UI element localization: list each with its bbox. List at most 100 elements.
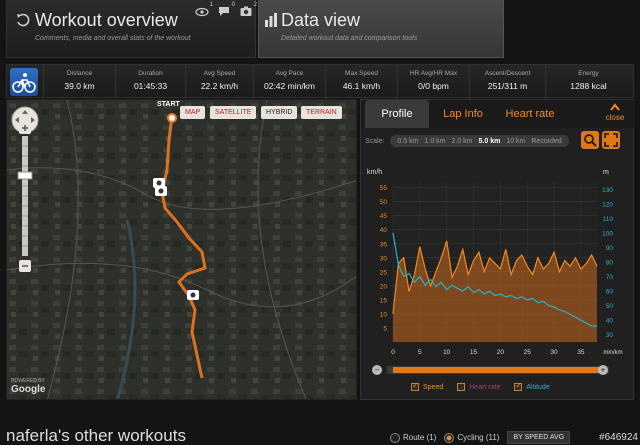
photos-counter: 2 <box>239 2 257 18</box>
stats-bar: Distance 39.0 km Duration 01:45:33 Avg Speed… <box>6 64 634 99</box>
left-tick-label: 45 <box>380 213 388 220</box>
tab-subtitle: Comments, media and overall stats of the… <box>35 35 191 42</box>
stat-duration: Duration 01:45:33 <box>115 65 185 99</box>
tab-title: Workout overview <box>35 10 178 30</box>
legend-speed[interactable]: Speed <box>411 381 443 391</box>
stat-value: 01:45:33 <box>133 81 168 91</box>
chart-legend: Speed Heart rate Altitude <box>411 381 550 391</box>
zoom-chart-button[interactable] <box>581 131 599 149</box>
x-tick-label: 0 <box>391 349 395 356</box>
start-label: START <box>157 101 180 108</box>
stat-energy: Energy 1288 kcal <box>545 65 631 99</box>
right-tick-label: 70 <box>606 274 614 281</box>
map-canvas <box>7 100 356 399</box>
legend-heart-rate[interactable]: Heart rate <box>457 383 500 391</box>
tab-title: Data view <box>281 10 361 30</box>
stat-label: Avg Pace <box>275 70 304 77</box>
stat-value: 251/311 m <box>487 81 528 91</box>
sort-by-speed-button[interactable]: BY SPEED AVG <box>507 431 571 444</box>
stat-max-speed: Max Speed 46.1 km/h <box>325 65 397 99</box>
tab-subtitle: Detailed workout data and comparison too… <box>281 35 418 42</box>
overview-counters: 1 0 2 <box>195 2 257 18</box>
left-tick-label: 5 <box>383 325 387 332</box>
right-tick-label: 90 <box>606 245 614 252</box>
profile-chart[interactable]: 5101520253035404550553040506070809010011… <box>361 162 635 380</box>
map-type-terrain[interactable]: TERRAIN <box>301 106 342 119</box>
stat-value: 46.1 km/h <box>342 81 381 91</box>
fullscreen-icon <box>604 133 618 147</box>
comments-count: 0 <box>231 2 235 8</box>
map-type-map[interactable]: MAP <box>180 106 206 119</box>
tab-profile[interactable]: Profile <box>365 100 429 128</box>
scale-option[interactable]: 10 km <box>506 138 525 145</box>
cycling-icon <box>12 73 36 93</box>
sport-badge <box>10 68 38 96</box>
eye-icon <box>195 7 209 17</box>
fullscreen-button[interactable] <box>602 131 620 149</box>
filter-cycling[interactable]: Cycling (11) <box>444 432 500 443</box>
filter-route-label: Route (1) <box>403 432 437 442</box>
left-tick-label: 50 <box>380 199 388 206</box>
legend-checkbox[interactable] <box>411 381 419 391</box>
left-tick-label: 25 <box>380 269 388 276</box>
filter-route[interactable]: Route (1) <box>390 432 437 443</box>
map-type-hybrid[interactable]: HYBRID <box>261 106 298 119</box>
right-tick-label: 80 <box>606 260 614 267</box>
left-tick-label: 30 <box>380 255 388 262</box>
right-tick-label: 130 <box>602 187 613 194</box>
google-logo: POWERED BY Google <box>11 378 45 395</box>
legend-altitude[interactable]: Altitude <box>514 381 550 391</box>
tab-lap-info[interactable]: Lap Info <box>433 100 493 128</box>
profile-panel: Profile Lap Info Heart rate close Scale:… <box>360 99 635 400</box>
radio-cycling[interactable] <box>444 432 455 443</box>
scale-options: 0.5 km 1.0 km 2.0 km 5.0 km 10 km Recorded <box>390 135 569 147</box>
stat-label: Max Speed <box>345 70 378 77</box>
photos-count: 2 <box>253 2 257 8</box>
comment-icon <box>219 7 229 16</box>
legend-label: Altitude <box>526 383 550 391</box>
other-workouts-filters: Route (1) Cycling (11) BY SPEED AVG <box>390 431 571 444</box>
stat-label: Ascent/Descent <box>484 70 531 77</box>
stat-value: 39.0 km <box>64 81 95 91</box>
comments-counter: 0 <box>217 2 235 18</box>
scale-option[interactable]: Recorded <box>531 138 561 145</box>
scale-option[interactable]: 2.0 km <box>452 138 473 145</box>
magnifier-icon <box>584 134 597 147</box>
tab-data-view[interactable]: Data view Detailed workout data and comp… <box>258 0 504 58</box>
left-tick-label: 35 <box>380 241 388 248</box>
map-type-satellite[interactable]: SATELLITE <box>210 106 257 119</box>
stat-label: Avg Speed <box>203 70 236 77</box>
x-tick-label: 20 <box>497 349 505 356</box>
bar-chart-icon <box>265 13 277 27</box>
stat-hr-avg-hr-max: HR Avg/HR Max 0/0 bpm <box>397 65 469 99</box>
zoom-slider[interactable] <box>11 122 39 272</box>
range-right-plus: + <box>601 366 606 375</box>
left-tick-label: 20 <box>380 283 388 290</box>
x-tick-label: 15 <box>470 349 478 356</box>
tab-workout-overview[interactable]: Workout overview Comments, media and ove… <box>6 0 257 58</box>
tab-heart-rate[interactable]: Heart rate <box>497 100 563 128</box>
right-tick-label: 120 <box>602 201 613 208</box>
right-axis-unit: m <box>603 169 609 176</box>
stat-avg-pace: Avg Pace 02:42 min/km <box>253 65 325 99</box>
map-view[interactable]: START MAP SATELLITE HYBRID TERRAIN POWER… <box>6 99 357 400</box>
scale-option[interactable]: 5.0 km <box>479 138 501 145</box>
chevron-up-icon <box>610 103 620 111</box>
stat-label: Duration <box>138 70 163 77</box>
scale-option[interactable]: 0.5 km <box>397 138 418 145</box>
photo-marker <box>155 186 167 196</box>
right-tick-label: 60 <box>606 289 614 296</box>
panel-tabs: Profile Lap Info Heart rate close <box>361 100 635 128</box>
left-tick-label: 15 <box>380 297 388 304</box>
radio-route[interactable] <box>390 432 400 443</box>
legend-checkbox[interactable] <box>457 383 466 391</box>
other-workouts-title: naferla's other workouts <box>6 426 186 445</box>
filter-cycling-label: Cycling (11) <box>457 432 500 442</box>
close-button[interactable]: close <box>599 103 631 122</box>
scale-option[interactable]: 1.0 km <box>424 138 445 145</box>
x-tick-label: 10 <box>443 349 451 356</box>
right-tick-label: 100 <box>602 230 613 237</box>
legend-checkbox[interactable] <box>514 381 523 391</box>
stat-ascent-descent: Ascent/Descent 251/311 m <box>469 65 545 99</box>
views-counter: 1 <box>195 2 213 18</box>
